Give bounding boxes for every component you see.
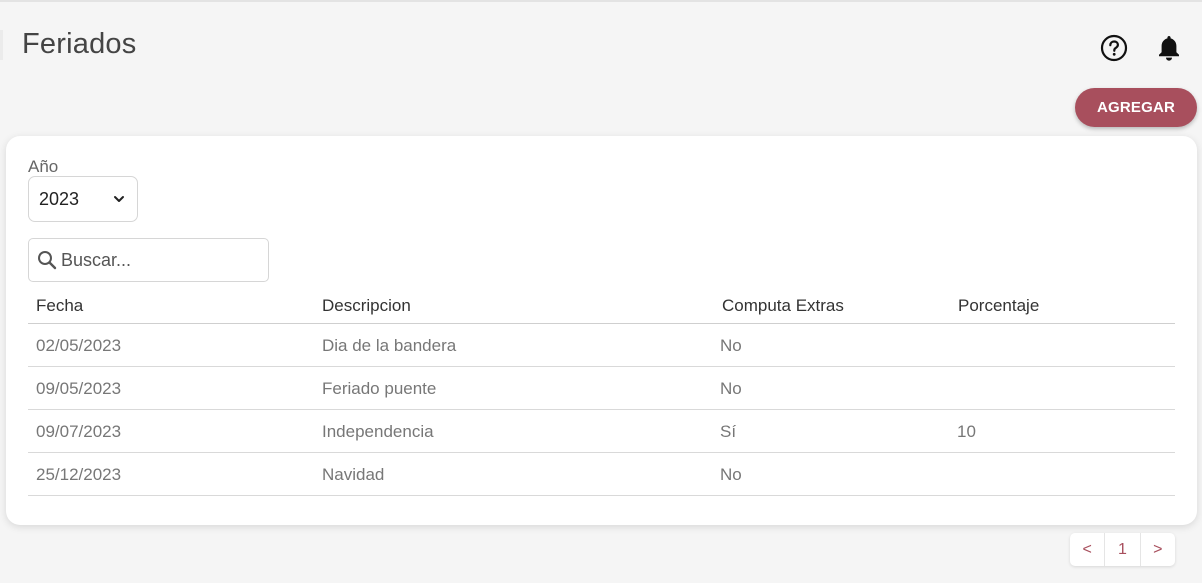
holidays-card: Año 2023 Fecha Descripcion Computa Extra… — [6, 136, 1197, 525]
add-button[interactable]: AGREGAR — [1075, 88, 1197, 127]
prev-page-button[interactable]: < — [1070, 533, 1104, 566]
cell-descripcion: Feriado puente — [322, 379, 437, 398]
table-row[interactable]: 25/12/2023 Navidad No — [28, 453, 1175, 496]
year-label: Año — [28, 157, 59, 176]
search-input[interactable] — [61, 243, 261, 277]
cell-computa-extras: No — [720, 336, 742, 355]
table-row[interactable]: 09/05/2023 Feriado puente No — [28, 367, 1175, 410]
sidebar-edge — [0, 30, 3, 60]
page-title: Feriados — [22, 28, 137, 60]
table-row[interactable]: 02/05/2023 Dia de la bandera No — [28, 324, 1175, 367]
column-header-fecha[interactable]: Fecha — [36, 296, 83, 316]
page-1-button[interactable]: 1 — [1104, 533, 1141, 566]
cell-fecha: 02/05/2023 — [36, 336, 122, 355]
column-header-descripcion[interactable]: Descripcion — [322, 296, 411, 316]
top-divider — [0, 0, 1202, 2]
next-page-button[interactable]: > — [1141, 533, 1175, 566]
bell-icon[interactable] — [1156, 33, 1182, 63]
cell-descripcion: Navidad — [322, 465, 385, 484]
chevron-down-icon — [114, 196, 124, 202]
cell-fecha: 09/05/2023 — [36, 379, 122, 398]
cell-computa-extras: Sí — [720, 422, 737, 441]
year-selected-value: 2023 — [39, 189, 80, 209]
pagination: < 1 > — [1070, 533, 1175, 566]
cell-fecha: 25/12/2023 — [36, 465, 122, 484]
year-select[interactable]: 2023 — [28, 176, 138, 222]
cell-porcentaje: 10 — [957, 422, 976, 441]
cell-descripcion: Dia de la bandera — [322, 336, 457, 355]
search-box — [28, 238, 269, 282]
column-header-computa-extras[interactable]: Computa Extras — [722, 296, 844, 316]
column-header-porcentaje[interactable]: Porcentaje — [958, 296, 1039, 316]
cell-descripcion: Independencia — [322, 422, 434, 441]
table-header: Fecha Descripcion Computa Extras Porcent… — [28, 286, 1175, 324]
help-icon[interactable] — [1100, 34, 1128, 62]
cell-computa-extras: No — [720, 465, 742, 484]
cell-computa-extras: No — [720, 379, 742, 398]
holidays-table: Fecha Descripcion Computa Extras Porcent… — [28, 286, 1175, 496]
cell-fecha: 09/07/2023 — [36, 422, 122, 441]
table-row[interactable]: 09/07/2023 Independencia Sí 10 — [28, 410, 1175, 453]
search-icon — [38, 251, 57, 270]
